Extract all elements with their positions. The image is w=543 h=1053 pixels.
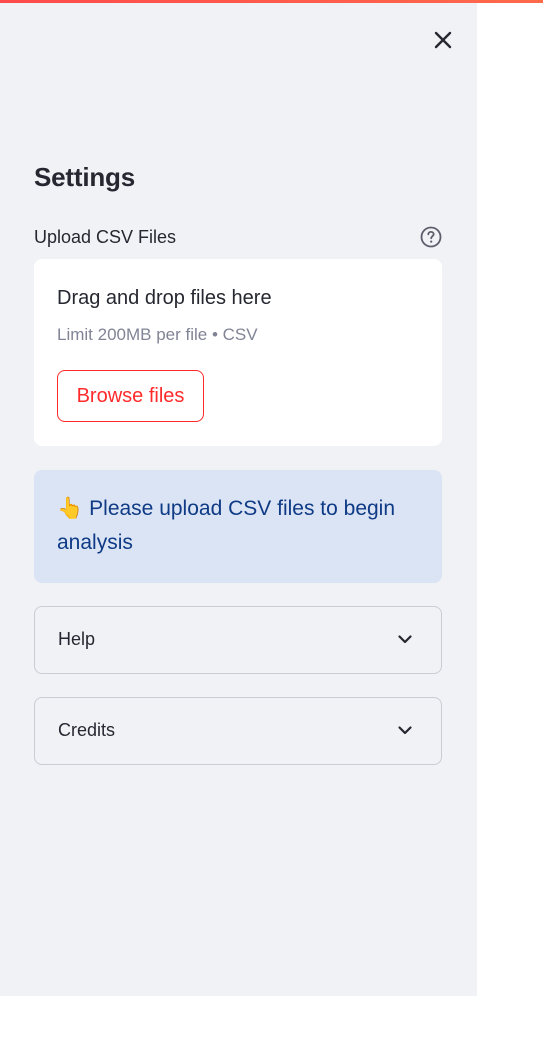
question-circle-icon[interactable] (419, 225, 443, 249)
browse-files-button[interactable]: Browse files (57, 370, 204, 422)
expander-credits-label: Credits (58, 720, 116, 740)
expander-credits[interactable]: Credits (34, 697, 442, 765)
file-dropzone[interactable]: Drag and drop files here Limit 200MB per… (34, 259, 442, 446)
dropzone-limit-text: Limit 200MB per file • CSV (57, 325, 258, 344)
sidebar-heading: Settings (34, 162, 135, 192)
sidebar: Settings Upload CSV Files Drag and drop … (0, 3, 477, 996)
dropzone-title: Drag and drop files here (57, 287, 272, 309)
chevron-down-icon (398, 726, 412, 735)
file-uploader-label: Upload CSV Files (34, 227, 177, 247)
info-alert: 👆 Please upload CSV files to begin analys… (34, 470, 442, 583)
expander-help-label: Help (58, 629, 96, 649)
close-icon (434, 31, 452, 49)
info-alert-text: Please upload CSV files to begin analysi… (57, 497, 396, 554)
chevron-down-icon (398, 635, 412, 644)
pointing-up-emoji-icon: 👆 (57, 497, 84, 520)
close-sidebar-button[interactable] (428, 25, 458, 55)
expander-help[interactable]: Help (34, 606, 442, 674)
